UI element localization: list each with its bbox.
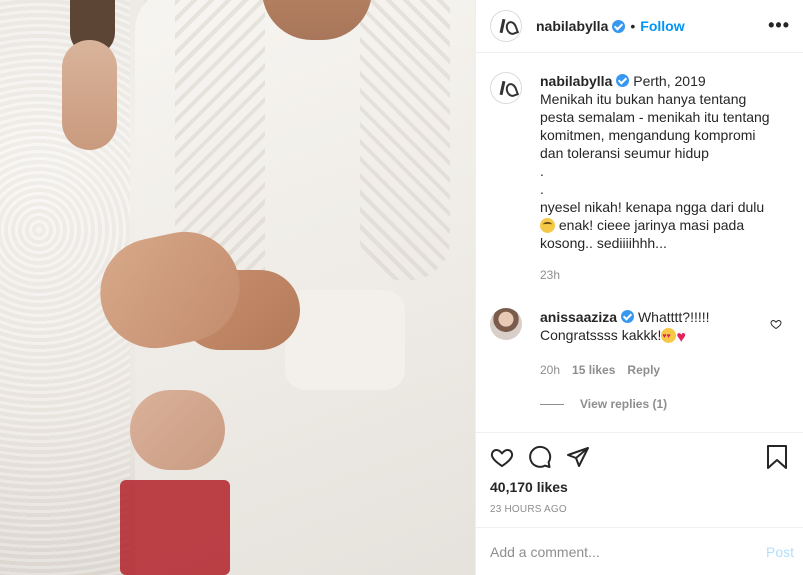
verified-badge-icon [616, 74, 630, 87]
caption-avatar[interactable] [490, 72, 522, 104]
share-paper-plane-icon[interactable] [566, 445, 590, 469]
logo-mark-icon [498, 80, 514, 96]
comment-item: anissaaziza Whatttt?!!!!! Congratssss ka… [490, 308, 788, 379]
bookmark-icon[interactable] [766, 445, 788, 469]
view-replies-line [540, 403, 564, 405]
heart-eyes-emoji-icon [661, 328, 677, 346]
photo-bride-face [62, 40, 117, 150]
verified-badge-icon [612, 19, 626, 33]
add-comment-bar: Post [476, 527, 803, 575]
caption-text: nabilabylla Perth, 2019 Menikah itu buka… [540, 72, 780, 284]
instagram-post-modal: nabilabylla • Follow ••• nabilabylla Per… [0, 0, 803, 575]
view-replies-label: View replies (1) [580, 397, 668, 411]
caption-time[interactable]: 23h [540, 266, 780, 284]
post-side-panel: nabilabylla • Follow ••• nabilabylla Per… [475, 0, 803, 575]
header-username[interactable]: nabilabylla [536, 18, 608, 34]
caption: nabilabylla Perth, 2019 Menikah itu buka… [490, 72, 788, 284]
comment-body: Whatttt?!!!!! [637, 309, 710, 325]
caption-username[interactable]: nabilabylla [540, 73, 612, 89]
avatar[interactable] [490, 10, 522, 42]
action-icons [490, 443, 788, 471]
separator-dot: • [630, 18, 636, 34]
like-heart-icon[interactable] [490, 445, 514, 469]
caption-body-continued: enak! cieee jarinya masi pada kosong.. s… [540, 217, 745, 251]
more-options-icon[interactable]: ••• [768, 15, 790, 36]
comment-input[interactable] [490, 543, 760, 560]
comment-body-continued: Congratssss kakkk! [540, 327, 662, 343]
comment-likes[interactable]: 15 likes [572, 361, 615, 379]
caption-body: Menikah itu bukan hanya tentang pesta se… [540, 91, 770, 215]
logo-mark-icon [498, 18, 514, 34]
follow-button[interactable]: Follow [640, 18, 684, 34]
view-replies-button[interactable]: View replies (1) [540, 397, 788, 411]
photo-embroidery-right [360, 0, 450, 280]
rolling-eyes-emoji-icon [540, 218, 555, 233]
comments-area[interactable]: nabilabylla Perth, 2019 Menikah itu buka… [476, 54, 803, 432]
post-photo[interactable] [0, 0, 475, 575]
comment-like-heart-icon[interactable] [770, 318, 782, 330]
photo-sleeve [285, 290, 405, 390]
photo-red-cushion [120, 480, 230, 575]
photo-bride-other-hand [130, 390, 225, 470]
likes-count[interactable]: 40,170 likes [490, 479, 788, 495]
post-actions: 40,170 likes 23 HOURS AGO [476, 432, 803, 526]
post-comment-button[interactable]: Post [766, 544, 794, 560]
comment-time[interactable]: 20h [540, 361, 560, 379]
red-heart-icon: ♥ [676, 329, 686, 346]
reply-button[interactable]: Reply [627, 361, 660, 379]
caption-location: Perth, 2019 [633, 73, 706, 89]
commenter-avatar[interactable] [490, 308, 522, 340]
comment-text: anissaaziza Whatttt?!!!!! Congratssss ka… [540, 308, 760, 379]
comment-meta: 20h 15 likes Reply [540, 361, 760, 379]
comment-username[interactable]: anissaaziza [540, 309, 617, 325]
verified-badge-icon [621, 310, 635, 323]
post-time-ago[interactable]: 23 HOURS AGO [490, 504, 788, 515]
post-header: nabilabylla • Follow ••• [476, 0, 803, 53]
comment-bubble-icon[interactable] [528, 445, 552, 469]
